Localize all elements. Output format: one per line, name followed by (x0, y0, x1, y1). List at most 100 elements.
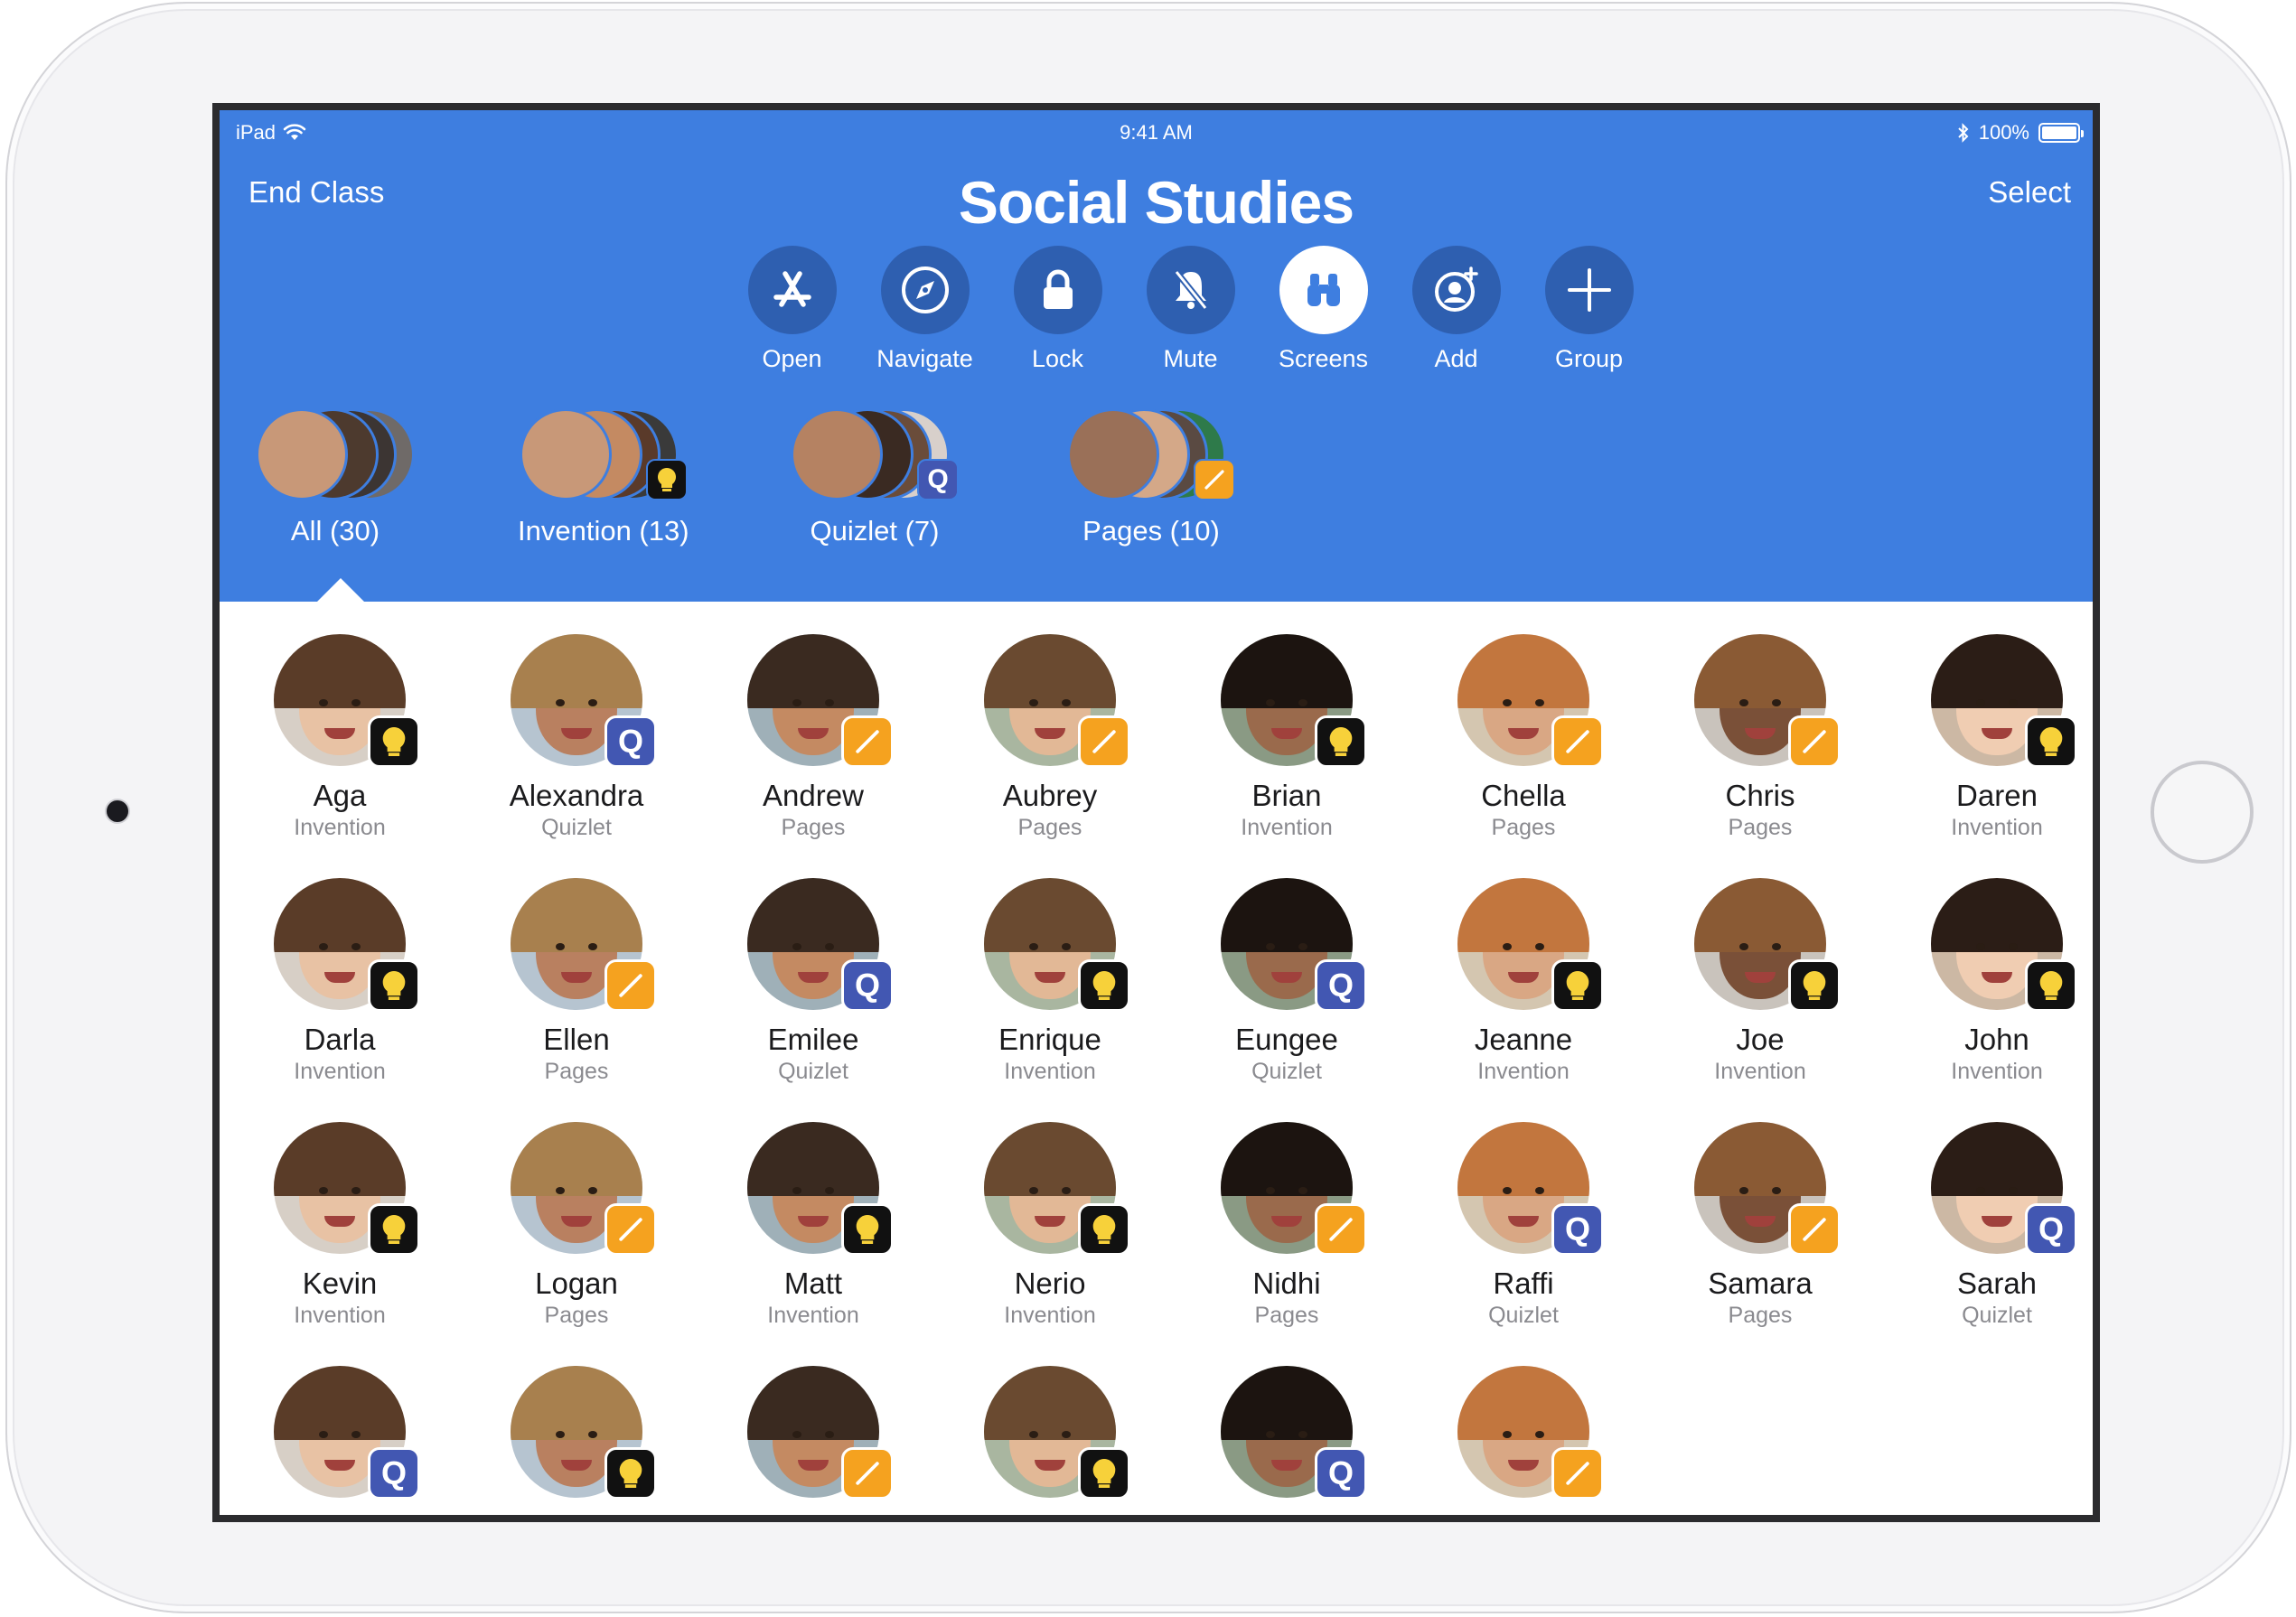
group-quizlet[interactable]: Q Quizlet (7) (791, 408, 959, 547)
student-tile[interactable]: Q Eungee Quizlet (1168, 878, 1405, 1085)
avatar (747, 1366, 894, 1500)
avatar (984, 1122, 1130, 1256)
student-tile[interactable]: Joe Invention (1642, 878, 1879, 1085)
student-tile[interactable] (695, 1366, 932, 1512)
pages-app-icon (1551, 715, 1604, 768)
student-tile[interactable] (932, 1366, 1168, 1512)
avatar: Q (274, 1366, 420, 1500)
group-button[interactable]: Group (1523, 246, 1655, 373)
group-pages[interactable]: Pages (10) (1067, 408, 1235, 547)
student-tile[interactable]: Kevin Invention (221, 1122, 458, 1329)
student-tile[interactable]: Jeanne Invention (1405, 878, 1642, 1085)
student-current-app: Pages (1728, 1303, 1793, 1328)
add-button[interactable]: Add (1390, 246, 1523, 373)
student-current-app: Invention (1477, 1059, 1570, 1084)
quizlet-app-icon: Q (1315, 1447, 1367, 1500)
class-header: iPad 9:41 AM 100% End Class Social Studi… (220, 110, 2093, 603)
student-tile[interactable]: Matt Invention (695, 1122, 932, 1329)
student-current-app: Quizlet (541, 815, 612, 840)
group-all[interactable]: All (30) (256, 408, 415, 547)
student-tile[interactable]: Aga Invention (221, 634, 458, 841)
avatar: Q (1931, 1122, 2077, 1256)
student-name: Ellen (543, 1023, 610, 1056)
select-button[interactable]: Select (1988, 175, 2071, 210)
student-tile[interactable]: Q Sarah Quizlet (1879, 1122, 2093, 1329)
student-tile[interactable]: Chella Pages (1405, 634, 1642, 841)
avatar (1221, 634, 1367, 768)
navigate-button[interactable]: Navigate (858, 246, 991, 373)
student-tile[interactable]: Logan Pages (458, 1122, 695, 1329)
student-name: Jeanne (1474, 1023, 1573, 1056)
invention-app-icon (604, 1447, 657, 1500)
avatar (274, 1122, 420, 1256)
clock: 9:41 AM (1120, 121, 1193, 144)
pages-app-icon (1551, 1447, 1604, 1500)
invention-badge-icon (645, 459, 688, 500)
student-name: Chella (1481, 779, 1566, 812)
avatar (1694, 878, 1841, 1012)
student-tile[interactable]: Samara Pages (1642, 1122, 1879, 1329)
avatar (747, 1122, 894, 1256)
student-current-app: Invention (1714, 1059, 1806, 1084)
quizlet-app-icon: Q (841, 959, 894, 1012)
student-tile[interactable]: Andrew Pages (695, 634, 932, 841)
student-tile[interactable]: Daren Invention (1879, 634, 2093, 841)
quizlet-app-icon: Q (368, 1447, 420, 1500)
open-button[interactable]: Open (726, 246, 858, 373)
student-name: Samara (1708, 1266, 1813, 1300)
student-grid: Aga Invention Q Alexandra Quizlet Andrew Pages… (220, 602, 2093, 1515)
compass-icon (901, 266, 949, 313)
avatar (747, 634, 894, 768)
student-name: Eungee (1235, 1023, 1338, 1056)
student-current-app: Quizlet (1962, 1303, 2032, 1328)
lock-button[interactable]: Lock (991, 246, 1124, 373)
mute-button[interactable]: Mute (1124, 246, 1257, 373)
group-filter-bar: All (30) Invention (13) Q Quizlet (7) Pa… (256, 408, 1340, 589)
pages-app-icon (841, 715, 894, 768)
student-current-app: Pages (1728, 815, 1793, 840)
student-tile[interactable] (1405, 1366, 1642, 1512)
avatar (1931, 634, 2077, 768)
home-button[interactable] (2151, 761, 2254, 864)
student-name: Nidhi (1252, 1266, 1321, 1300)
student-name: Alexandra (509, 779, 644, 812)
student-tile[interactable] (458, 1366, 695, 1512)
student-name: Aga (313, 779, 367, 812)
selected-group-indicator (315, 578, 366, 603)
student-tile[interactable]: Darla Invention (221, 878, 458, 1085)
avatar (984, 634, 1130, 768)
student-current-app: Invention (1951, 1059, 2043, 1084)
student-name: John (1964, 1023, 2029, 1056)
avatar (984, 878, 1130, 1012)
group-avatar-stack (1067, 408, 1235, 502)
student-tile[interactable]: Nidhi Pages (1168, 1122, 1405, 1329)
student-name: Logan (535, 1266, 618, 1300)
group-invention[interactable]: Invention (13) (518, 408, 689, 547)
student-current-app: Pages (544, 1059, 609, 1084)
student-current-app: Pages (544, 1303, 609, 1328)
student-tile[interactable]: Q Raffi Quizlet (1405, 1122, 1642, 1329)
quizlet-app-icon: Q (1551, 1203, 1604, 1256)
student-tile[interactable]: Q (1168, 1366, 1405, 1512)
student-current-app: Invention (294, 1059, 386, 1084)
student-tile[interactable]: Q Alexandra Quizlet (458, 634, 695, 841)
invention-app-icon (368, 959, 420, 1012)
student-name: Emilee (767, 1023, 859, 1056)
status-bar: iPad 9:41 AM 100% (220, 110, 2093, 150)
student-tile[interactable]: Ellen Pages (458, 878, 695, 1085)
student-tile[interactable]: Aubrey Pages (932, 634, 1168, 841)
student-tile[interactable]: Q Emilee Quizlet (695, 878, 932, 1085)
lock-icon (1043, 269, 1073, 309)
student-tile[interactable]: Q (221, 1366, 458, 1512)
student-tile[interactable]: Chris Pages (1642, 634, 1879, 841)
student-current-app: Pages (781, 815, 846, 840)
student-name: Matt (783, 1266, 843, 1300)
avatar: Q (747, 878, 894, 1012)
screens-button[interactable]: Screens (1257, 246, 1390, 373)
student-tile[interactable]: John Invention (1879, 878, 2093, 1085)
student-tile[interactable]: Enrique Invention (932, 878, 1168, 1085)
avatar (1931, 878, 2077, 1012)
plus-icon (1567, 268, 1611, 312)
student-tile[interactable]: Nerio Invention (932, 1122, 1168, 1329)
student-tile[interactable]: Brian Invention (1168, 634, 1405, 841)
